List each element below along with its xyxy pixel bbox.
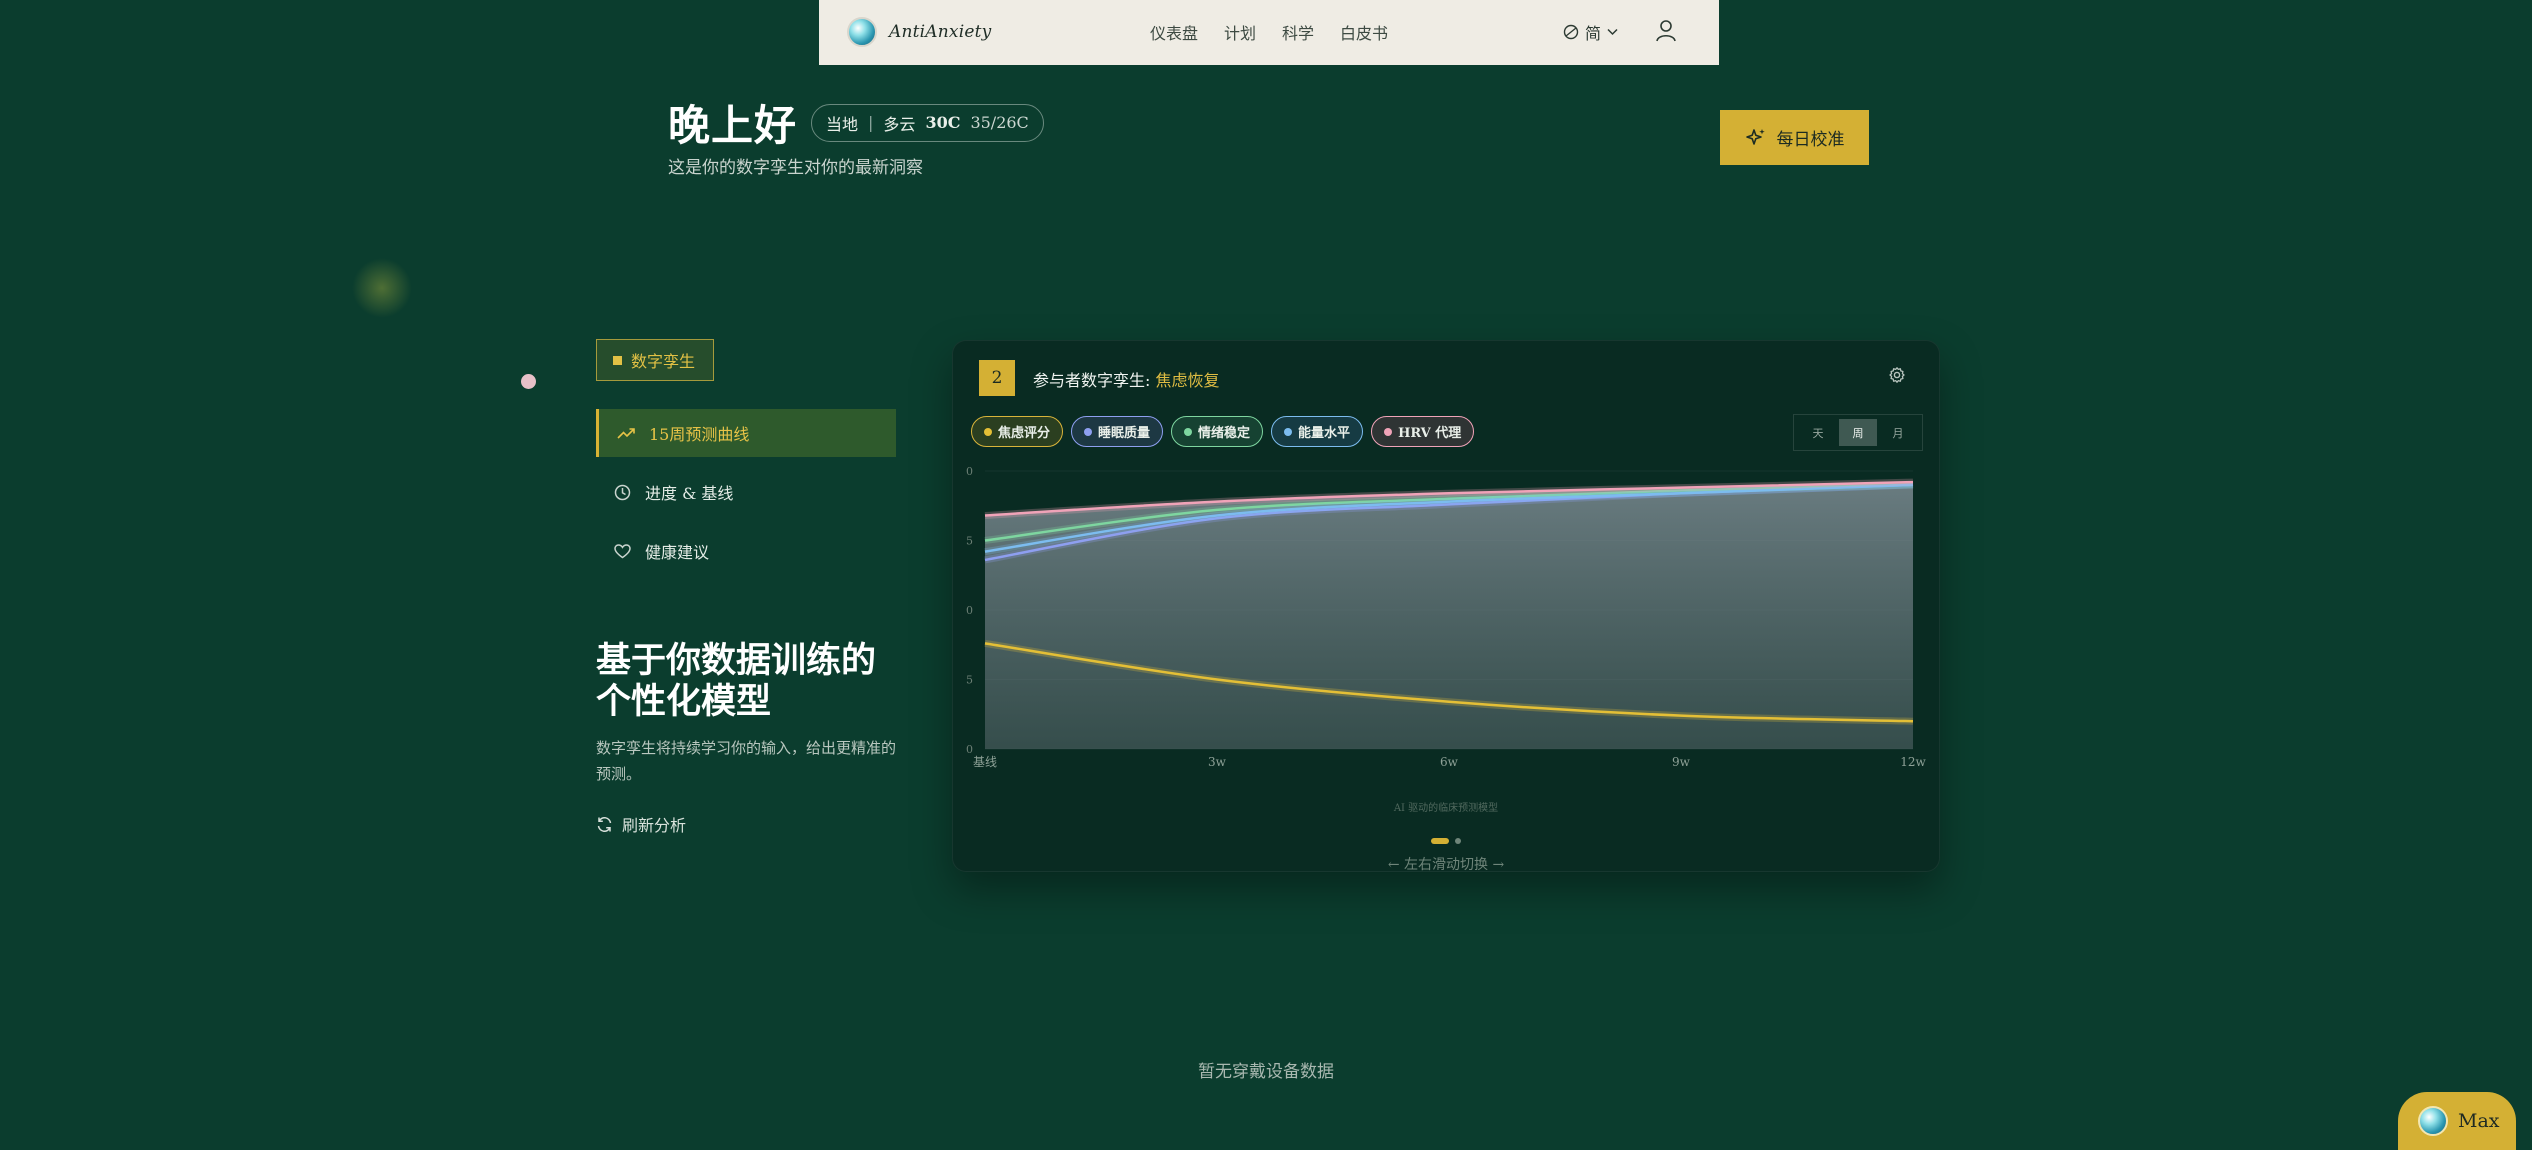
y-tick-label: 0: [966, 465, 973, 478]
daily-calibration-button[interactable]: 每日校准: [1720, 110, 1869, 165]
legend-label: 能量水平: [1298, 426, 1351, 441]
nav-link-science[interactable]: 科学: [1282, 20, 1314, 44]
twin-menu: 15周预测曲线 进度 & 基线 健康建议: [596, 409, 896, 586]
y-tick-label: 5: [966, 535, 973, 548]
legend-chip-energy[interactable]: 能量水平: [1271, 416, 1364, 447]
digital-twin-card: 2 参与者数字孪生: 焦虑恢复 焦虑评分 睡眠质量 情绪稳定 能量水平 HRV …: [952, 340, 1940, 873]
weather-pill: 当地 | 多云 30C 35/26C: [811, 103, 1044, 142]
gear-icon: [1889, 367, 1905, 383]
digital-twin-badge: 数字孪生: [596, 339, 714, 381]
model-title-line2: 个性化模型: [596, 681, 772, 722]
pager-dot-active[interactable]: [1431, 838, 1449, 844]
legend-label: 情绪稳定: [1198, 426, 1251, 441]
chart-pager[interactable]: [1431, 838, 1461, 844]
x-tick-label: 12w: [1900, 755, 1926, 769]
sparkles-icon: [1745, 128, 1765, 145]
model-description: 数字孪生将持续学习你的输入，给出更精准的预测。: [596, 739, 897, 783]
y-tick-label: 0: [966, 604, 973, 617]
brand-logo[interactable]: AntiAnxiety: [847, 17, 991, 47]
nav-links: 仪表盘 计划 科学 白皮书: [1150, 20, 1388, 44]
nav-link-whitepaper[interactable]: 白皮书: [1340, 20, 1388, 44]
nav-link-dashboard[interactable]: 仪表盘: [1150, 20, 1198, 44]
y-tick-label: 5: [966, 674, 973, 687]
x-tick-label: 基线: [973, 755, 997, 769]
x-tick-label: 3w: [1208, 755, 1227, 769]
period-week[interactable]: 周: [1839, 419, 1877, 446]
refresh-label: 刷新分析: [622, 816, 687, 835]
weather-location: 当地: [826, 114, 859, 134]
period-toggle: 天 周 月: [1793, 414, 1923, 451]
weather-condition: 多云: [883, 114, 916, 134]
greeting-title: 晚上好: [668, 101, 798, 150]
card-number: 2: [979, 360, 1015, 396]
trending-up-icon: [617, 428, 635, 439]
brand-name: AntiAnxiety: [889, 22, 992, 42]
chevron-down-icon: [1607, 28, 1618, 36]
heart-icon: [614, 543, 631, 558]
card-title: 参与者数字孪生: 焦虑恢复: [1033, 367, 1220, 391]
model-title-line1: 基于你数据训练的: [596, 640, 877, 681]
x-tick-label: 6w: [1440, 755, 1459, 769]
period-month[interactable]: 月: [1879, 419, 1917, 446]
pager-dot[interactable]: [1455, 838, 1461, 844]
badge-square-icon: [613, 355, 622, 365]
daily-calibration-label: 每日校准: [1776, 130, 1845, 150]
nav-link-plan[interactable]: 计划: [1224, 20, 1256, 44]
decorative-dot: [521, 374, 536, 389]
chart-settings-button[interactable]: [1888, 366, 1906, 388]
x-tick-label: 9w: [1672, 755, 1691, 769]
legend-dot: [1084, 427, 1093, 436]
globe-logo-icon: [847, 17, 877, 47]
menu-item-health-advice[interactable]: 健康建议: [596, 527, 896, 575]
legend-dot: [984, 427, 992, 436]
menu-item-label: 15周预测曲线: [649, 425, 750, 444]
legend-dot: [1184, 427, 1193, 436]
ambient-glow: [352, 258, 412, 318]
no-wearable-data: 暂无穿戴设备数据: [1198, 1062, 1334, 1082]
menu-item-label: 健康建议: [645, 543, 710, 562]
forecast-chart: 基线 3w 6w 9w 12w 0 5 0 5 0: [966, 465, 1927, 769]
legend-label: HRV 代理: [1398, 426, 1462, 441]
legend-chip-mood[interactable]: 情绪稳定: [1171, 416, 1264, 447]
card-title-focus: 焦虑恢复: [1155, 371, 1220, 390]
menu-item-forecast[interactable]: 15周预测曲线: [596, 409, 896, 457]
globe-avatar-icon: [2418, 1106, 2448, 1136]
weather-range: 35/26C: [970, 113, 1029, 132]
refresh-analysis-button[interactable]: 刷新分析: [596, 812, 686, 836]
globe-icon: [1563, 24, 1579, 40]
badge-label: 数字孪生: [631, 352, 696, 371]
menu-item-progress[interactable]: 进度 & 基线: [596, 468, 896, 516]
weather-temp: 30C: [925, 113, 961, 132]
max-assistant-button[interactable]: Max: [2398, 1092, 2516, 1150]
language-switcher[interactable]: 简: [1563, 20, 1618, 44]
chart-x-ticks: 基线 3w 6w 9w 12w: [973, 755, 1927, 769]
period-day[interactable]: 天: [1799, 419, 1837, 446]
legend-label: 睡眠质量: [1098, 426, 1151, 441]
chart-caption: AI 驱动的临床预测模型: [1393, 803, 1499, 814]
weather-separator: |: [868, 113, 874, 132]
user-profile-button[interactable]: [1655, 19, 1677, 47]
card-title-prefix: 参与者数字孪生:: [1033, 371, 1151, 390]
assistant-label: Max: [2458, 1110, 2500, 1132]
top-navbar: AntiAnxiety 仪表盘 计划 科学 白皮书 简: [819, 0, 1719, 65]
legend-chip-hrv[interactable]: HRV 代理: [1371, 416, 1475, 447]
greeting-row: 晚上好 当地 | 多云 30C 35/26C: [668, 92, 1044, 153]
swipe-hint: ← 左右滑动切换 →: [1387, 857, 1505, 873]
legend-chip-sleep[interactable]: 睡眠质量: [1071, 416, 1164, 447]
user-icon: [1656, 20, 1676, 42]
menu-item-label: 进度 & 基线: [645, 484, 734, 503]
legend-chip-anxiety[interactable]: 焦虑评分: [971, 416, 1064, 447]
chart-legend: 焦虑评分 睡眠质量 情绪稳定 能量水平 HRV 代理: [971, 416, 1475, 447]
chart-y-ticks: 0 5 0 5 0: [966, 465, 973, 756]
legend-dot: [1284, 427, 1293, 436]
legend-dot: [1384, 427, 1393, 436]
legend-label: 焦虑评分: [998, 426, 1051, 441]
model-title: 基于你数据训练的 个性化模型: [596, 640, 876, 722]
language-label: 简: [1585, 24, 1602, 43]
y-tick-label: 0: [966, 743, 973, 756]
greeting-subtitle: 这是你的数字孪生对你的最新洞察: [668, 158, 923, 178]
refresh-icon: [597, 816, 612, 832]
clock-icon: [614, 484, 631, 500]
